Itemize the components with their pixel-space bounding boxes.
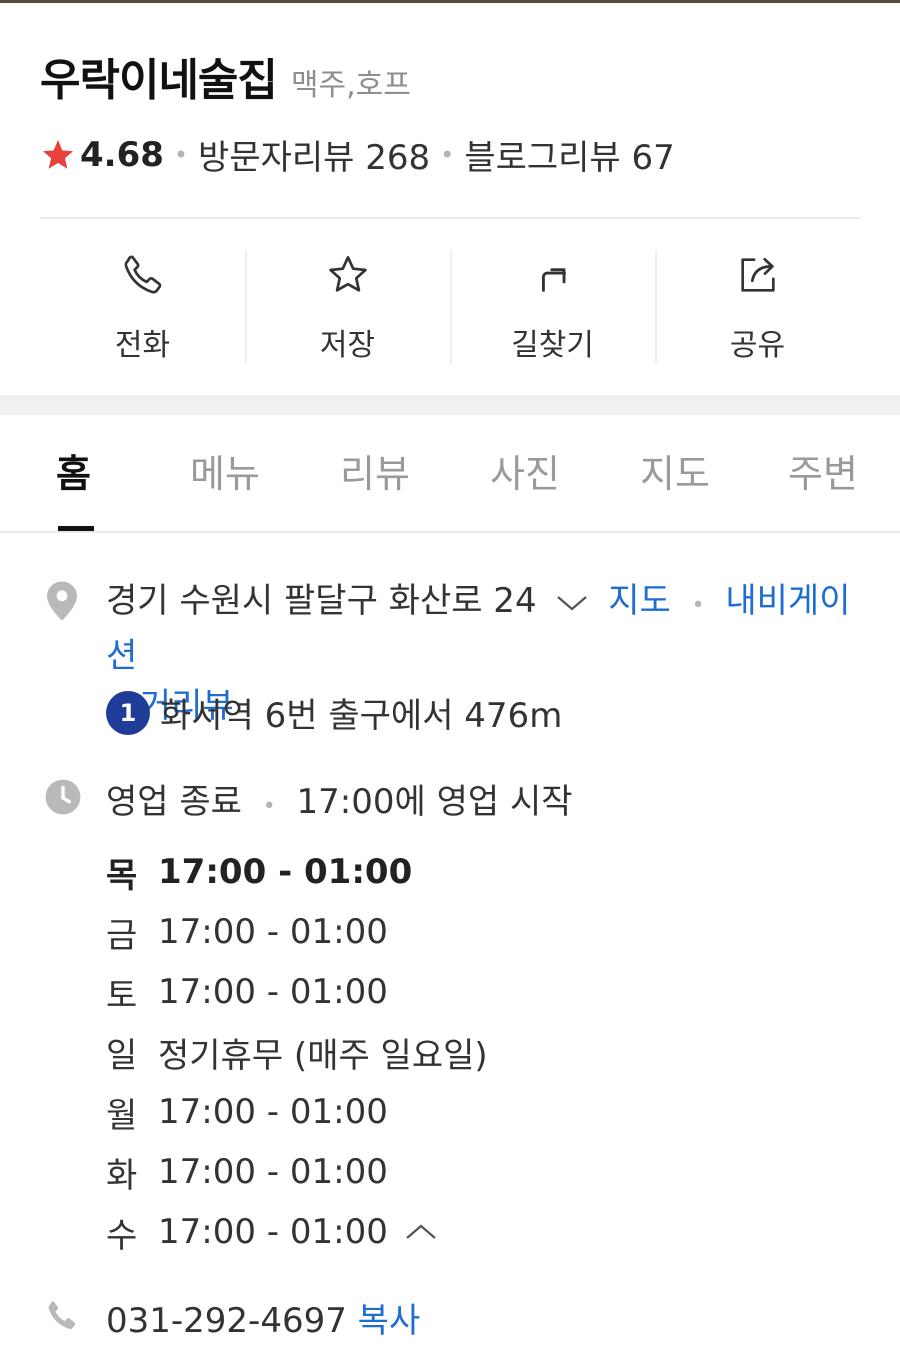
- place-header: 우락이네술집 맥주,호프: [40, 44, 860, 108]
- chevron-up-icon[interactable]: [404, 1222, 438, 1242]
- tab-menu[interactable]: 메뉴: [190, 443, 260, 498]
- tab-reviews[interactable]: 리뷰: [340, 443, 410, 498]
- save-label: 저장: [319, 328, 376, 363]
- directions-button[interactable]: 길찾기: [450, 248, 655, 366]
- action-bar: 전화 저장 길찾기 공유: [40, 248, 860, 366]
- day-label: 수: [106, 1215, 138, 1256]
- share-icon: [740, 257, 775, 292]
- tab-home[interactable]: 홈: [56, 443, 91, 498]
- day-label: 월: [106, 1095, 138, 1136]
- location-pin-icon: [47, 581, 77, 621]
- phone-row: 031-292-4697 복사: [106, 1293, 420, 1342]
- day-hours: 17:00 - 01:00: [158, 972, 388, 1012]
- chevron-down-icon[interactable]: [555, 593, 589, 613]
- tab-photos[interactable]: 사진: [490, 443, 560, 498]
- phone-number: 031-292-4697: [106, 1301, 347, 1341]
- map-link[interactable]: 지도: [608, 581, 671, 621]
- day-hours: 17:00 - 01:00: [158, 1092, 388, 1132]
- section-gap: [0, 395, 900, 415]
- call-button[interactable]: 전화: [40, 248, 245, 366]
- save-button[interactable]: 저장: [245, 248, 450, 366]
- hours-row: 일 정기휴무 (매주 일요일): [106, 1022, 488, 1082]
- rating-value: 4.68: [80, 134, 164, 175]
- star-icon: [43, 139, 73, 169]
- address-text: 경기 수원시 팔달구 화산로 24: [106, 581, 537, 621]
- day-hours: 17:00 - 01:00: [158, 1212, 388, 1252]
- weekly-hours: 목 17:00 - 01:00 금 17:00 - 01:00 토 17:00 …: [106, 842, 488, 1262]
- hours-status: 영업 종료 • 17:00에 영업 시작: [106, 782, 573, 822]
- day-hours: 정기휴무 (매주 일요일): [158, 1035, 488, 1076]
- subway-line-badge: 1: [106, 690, 150, 735]
- day-label: 토: [106, 975, 138, 1016]
- hours-row: 목 17:00 - 01:00: [106, 842, 488, 902]
- tab-nearby[interactable]: 주변: [788, 443, 858, 498]
- day-hours: 17:00 - 01:00: [158, 1152, 388, 1192]
- clock-icon: [45, 779, 81, 815]
- share-button[interactable]: 공유: [655, 248, 860, 366]
- blog-review-count[interactable]: 블로그리뷰 67: [464, 130, 674, 179]
- header-photo-edge: [0, 0, 900, 3]
- copy-phone-button[interactable]: 복사: [358, 1301, 421, 1341]
- day-hours: 17:00 - 01:00: [158, 852, 413, 892]
- day-label: 일: [106, 1035, 138, 1076]
- hours-row: 금 17:00 - 01:00: [106, 902, 488, 962]
- subway-text: 화서역 6번 출구에서 476m: [160, 696, 563, 736]
- star-outline-icon: [328, 256, 367, 292]
- call-label: 전화: [114, 328, 171, 363]
- tab-map[interactable]: 지도: [640, 443, 710, 498]
- day-hours: 17:00 - 01:00: [158, 912, 388, 952]
- tab-bar: 홈 메뉴 리뷰 사진 지도 주변: [0, 415, 900, 533]
- visitor-review-count[interactable]: 방문자리뷰 268: [198, 130, 430, 179]
- day-label: 금: [106, 915, 138, 956]
- hours-row: 수 17:00 - 01:00: [106, 1202, 488, 1262]
- divider: [40, 217, 860, 219]
- phone-icon: [48, 1301, 76, 1330]
- day-label: 화: [106, 1155, 138, 1196]
- directions-label: 길찾기: [511, 328, 594, 363]
- subway-info: 1 화서역 6번 출구에서 476m: [106, 688, 562, 737]
- phone-icon: [124, 255, 161, 294]
- open-status: 영업 종료: [106, 782, 242, 822]
- hours-row: 월 17:00 - 01:00: [106, 1082, 488, 1142]
- directions-icon: [541, 268, 566, 292]
- rating-summary: 4.68 • 방문자리뷰 268 • 블로그리뷰 67: [40, 130, 675, 179]
- day-label: 목: [106, 855, 138, 896]
- active-tab-indicator: [58, 526, 94, 531]
- hours-row: 화 17:00 - 01:00: [106, 1142, 488, 1202]
- place-name: 우락이네술집: [40, 55, 278, 106]
- share-label: 공유: [729, 328, 786, 363]
- place-category: 맥주,호프: [290, 68, 411, 103]
- hours-row: 토 17:00 - 01:00: [106, 962, 488, 1022]
- next-open-time: 17:00에 영업 시작: [296, 782, 573, 822]
